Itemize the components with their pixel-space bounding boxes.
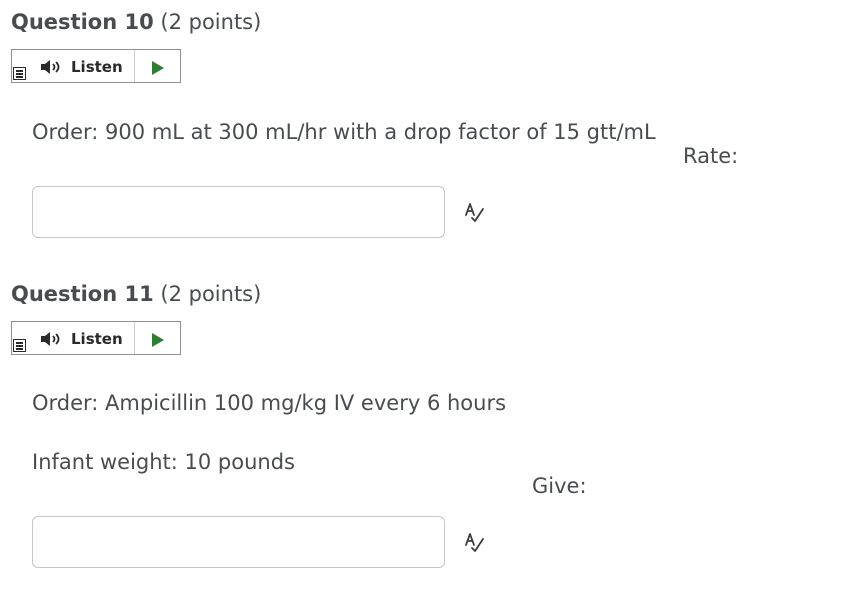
question-name: Question 10 <box>11 10 154 34</box>
question-title: Question 11 (2 points) <box>11 281 261 307</box>
question-points: (2 points) <box>160 10 262 34</box>
play-icon[interactable] <box>152 333 164 347</box>
question-title: Question 10 (2 points) <box>11 9 261 35</box>
menu-icon[interactable] <box>13 339 26 352</box>
listen-button-bar: Listen <box>11 321 181 355</box>
weight-text: Infant weight: 10 pounds <box>32 450 296 474</box>
answer-label: Rate: <box>683 144 739 168</box>
order-text: Order: Ampicillin 100 mg/kg IV every 6 h… <box>32 391 507 415</box>
rate-answer-input[interactable] <box>32 186 445 238</box>
give-answer-input[interactable] <box>32 516 445 568</box>
listen-button[interactable]: Listen <box>71 330 123 348</box>
divider <box>134 50 135 82</box>
question-points: (2 points) <box>160 282 262 306</box>
spell-check-icon[interactable] <box>462 530 486 554</box>
order-text: Order: 900 mL at 300 mL/hr with a drop f… <box>32 120 656 144</box>
play-icon[interactable] <box>152 61 164 75</box>
listen-button[interactable]: Listen <box>71 58 123 76</box>
listen-button-bar: Listen <box>11 49 181 83</box>
speaker-icon <box>41 332 60 346</box>
spell-check-icon[interactable] <box>462 200 486 224</box>
divider <box>134 322 135 354</box>
answer-label: Give: <box>532 474 587 498</box>
question-name: Question 11 <box>11 282 154 306</box>
menu-icon[interactable] <box>13 67 26 80</box>
speaker-icon <box>41 60 60 74</box>
